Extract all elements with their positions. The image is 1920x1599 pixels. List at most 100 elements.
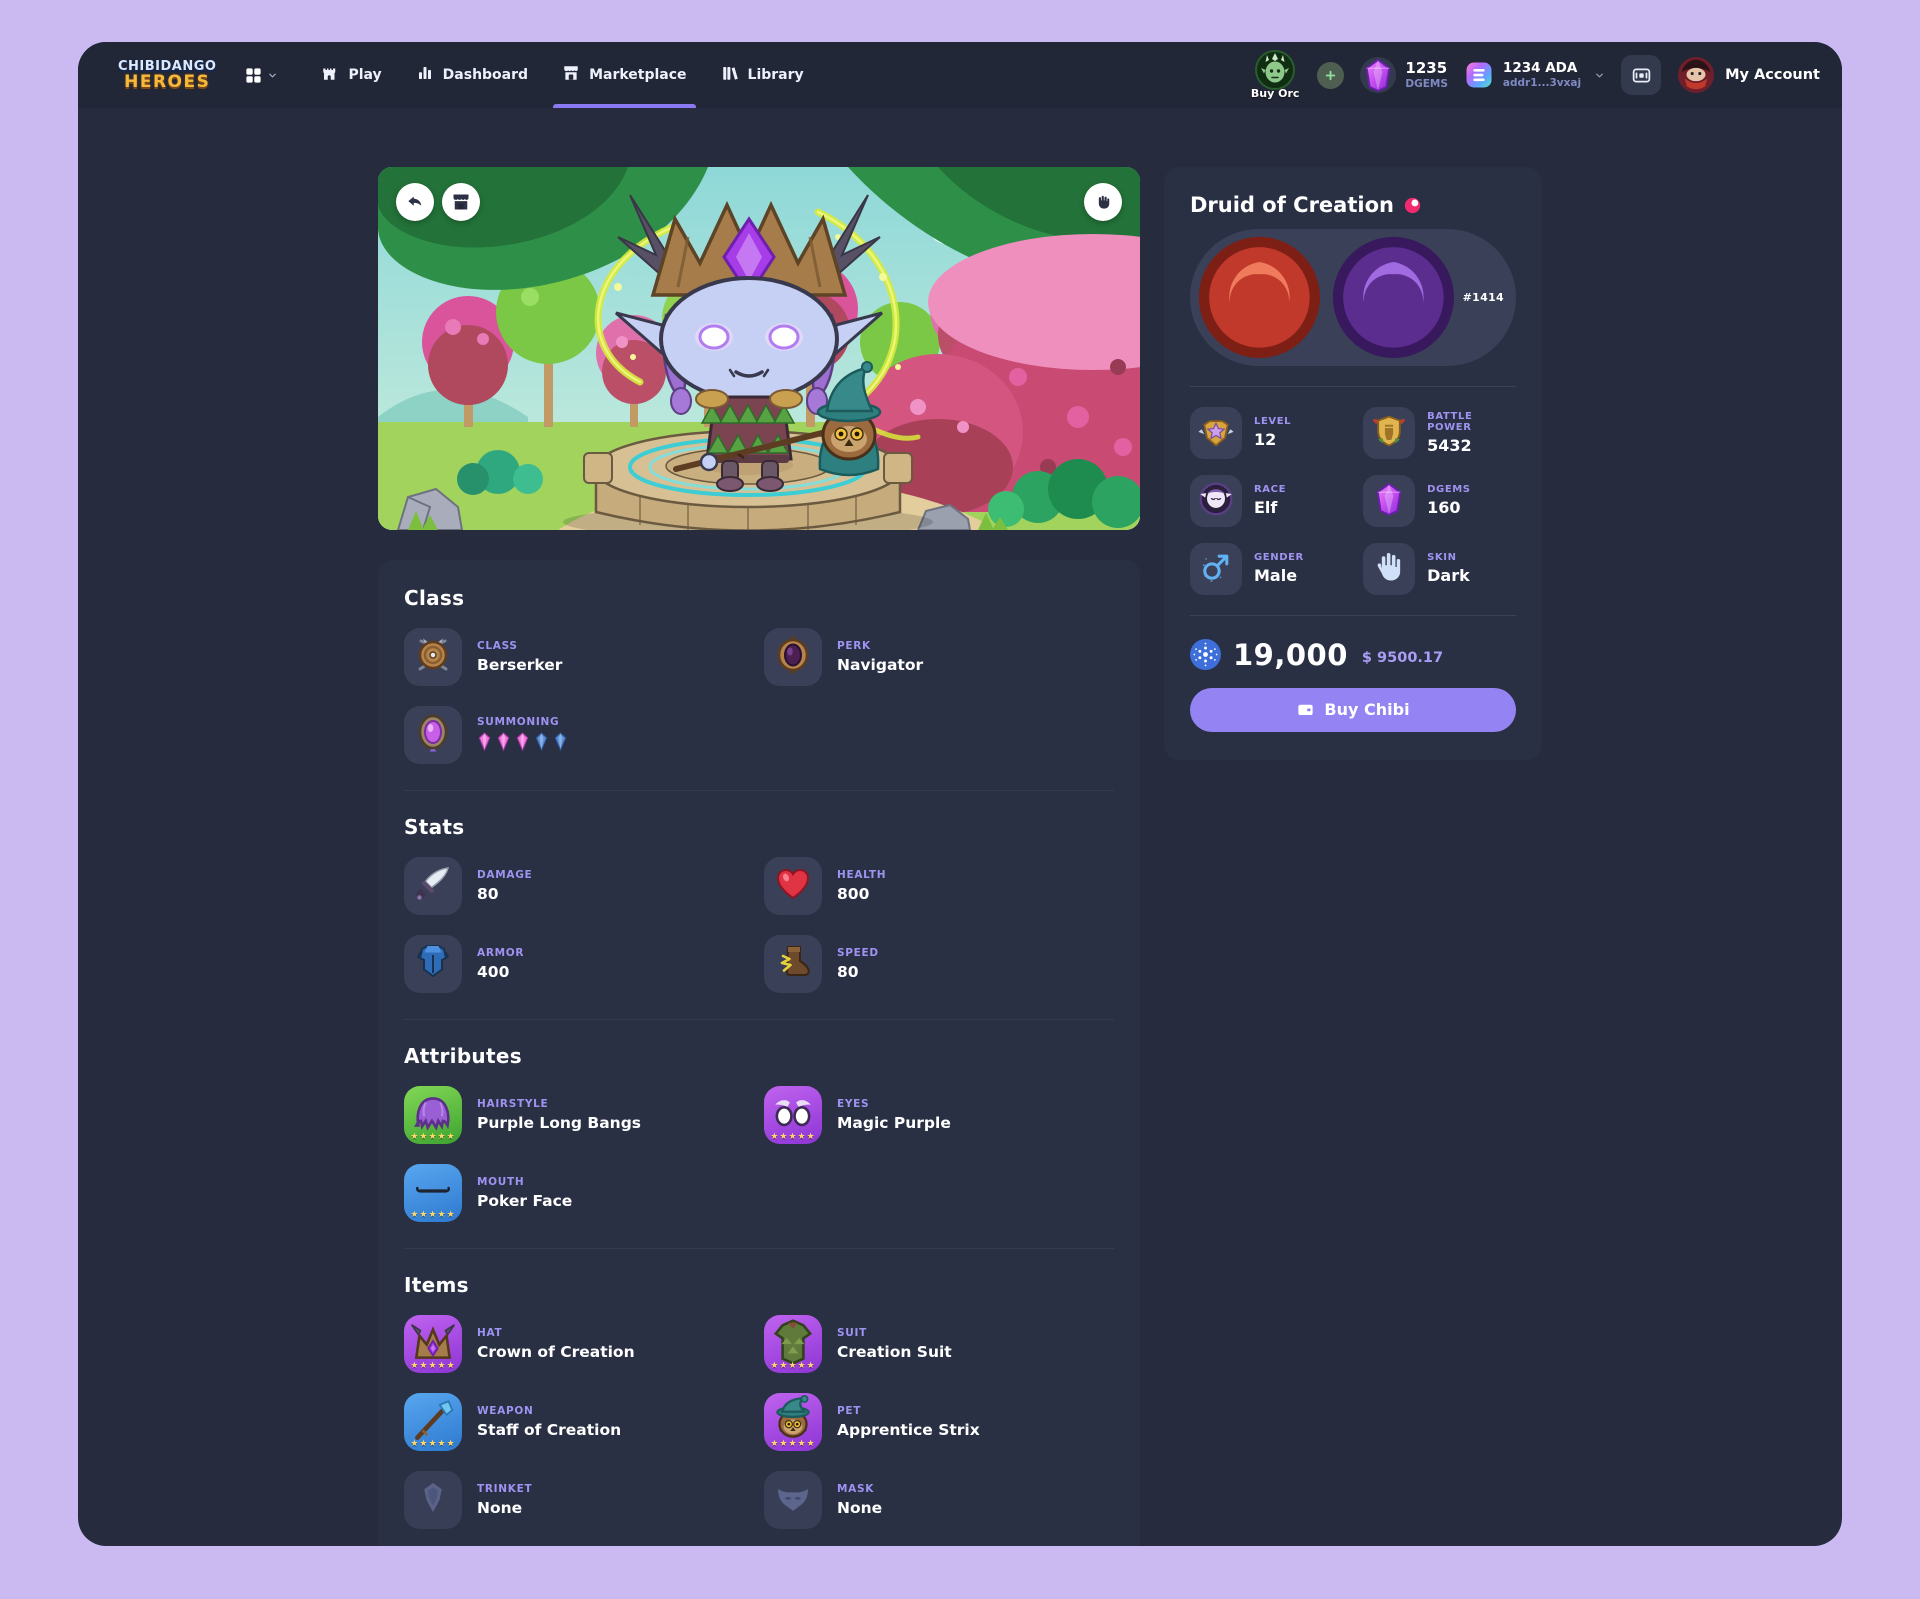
dgem-icon [1360,57,1396,93]
cardano-icon [1190,639,1221,670]
entry-value: 800 [837,885,886,903]
entry-value: Apprentice Strix [837,1421,980,1439]
entry-value: Creation Suit [837,1343,952,1361]
sword-icon [413,864,453,908]
main-nav: PlayDashboardMarketplace Library [304,42,820,108]
trinket-icon [413,1478,453,1522]
entry-label: TRINKET [477,1483,532,1495]
entry-summoning: SUMMONING [404,706,754,764]
entry-hairstyle: ★★★★★HAIRSTYLEPurple Long Bangs [404,1086,754,1144]
entry-label: MASK [837,1483,882,1495]
entry-value: Berserker [477,656,562,674]
nav-item-dashboard[interactable]: Dashboard [399,42,545,108]
entry-label: HAT [477,1327,635,1339]
stat-label: DGEMS [1427,484,1471,495]
main-content: ClassCLASSBerserkerPERKNavigatorSUMMONIN… [78,108,1842,1546]
entry-tile [404,1471,462,1529]
shop-icon [451,192,471,212]
gem-blue-icon [534,732,549,755]
entry-tile: ★★★★★ [764,1086,822,1144]
orc-avatar-icon [1255,50,1295,90]
nav-item-label: Library [748,67,804,83]
add-dgems-button[interactable] [1317,62,1344,89]
nav-item-library[interactable]: Library [704,42,821,108]
stat-tile [1363,407,1415,459]
rarity-stars: ★★★★★ [764,1132,822,1142]
race-elf-icon [1198,481,1234,521]
price-usd: $ 9500.17 [1362,650,1443,666]
dgems-amount: 1235 [1405,60,1448,77]
buy-chibi-button[interactable]: Buy Chibi [1190,688,1516,732]
right-column: Druid of Creation #1414 LEVEL12 BATTLE P… [1164,167,1542,760]
summoning-gems [477,732,568,755]
my-account-button[interactable]: My Account [1677,56,1820,94]
heart-icon [773,864,813,908]
entry-tile: ★★★★★ [764,1393,822,1451]
entry-perk: PERK Navigator [764,628,1114,686]
entry-value: Navigator [837,656,923,674]
nav-item-marketplace[interactable]: Marketplace [545,42,703,108]
entry-hat: ★★★★★HATCrown of Creation [404,1315,754,1373]
logo[interactable]: CHIBIDANGO HEROES [118,60,216,91]
detail-stat-skin: SKINDark [1363,543,1516,595]
stat-value: Dark [1427,566,1470,585]
dgems-balance-chip[interactable]: 1235 DGEMS [1360,57,1448,93]
entry-weapon: ★★★★★WEAPONStaff of Creation [404,1393,754,1451]
section-grid: DAMAGE80 HEALTH 800 ARMOR400 SPEED 80 [404,857,1114,993]
nav-item-play[interactable]: Play [304,42,398,108]
entry-label: PERK [837,640,923,652]
section-title: Stats [404,815,1114,839]
rarity-stars: ★★★★★ [404,1361,462,1371]
apps-menu-button[interactable] [244,66,278,85]
collection-button[interactable] [1621,55,1661,95]
entry-armor: ARMOR400 [404,935,754,993]
section-grid: CLASSBerserkerPERKNavigatorSUMMONING [404,628,1114,764]
token-id-pill: #1414 [1190,229,1516,366]
grid-icon [244,66,263,85]
marketplace-shortcut-button[interactable] [442,183,480,221]
rarity-stars: ★★★★★ [404,1210,462,1220]
wallet-address: addr1...3vxaj [1503,77,1581,89]
stat-label: BATTLE POWER [1427,411,1516,433]
user-avatar [1677,56,1715,94]
claw-button[interactable] [1084,183,1122,221]
entry-tile: ★★★★★ [404,1164,462,1222]
entry-damage: DAMAGE80 [404,857,754,915]
app-window: CHIBIDANGO HEROES PlayDashboardMarketpla… [78,42,1842,1546]
buy-orc-button[interactable]: Buy Orc [1251,50,1300,100]
stat-tile [1190,475,1242,527]
gem-blue-icon [553,732,568,755]
entry-value: 80 [477,885,532,903]
entry-tile: ★★★★★ [764,1315,822,1373]
back-button[interactable] [396,183,434,221]
wallet-icon [1296,700,1315,719]
hand-icon [1371,549,1407,589]
stat-tile [1190,543,1242,595]
entry-tile [764,857,822,915]
entry-label: HEALTH [837,869,886,881]
entry-label: SPEED [837,947,879,959]
section-title: Class [404,586,1114,610]
entry-tile [764,935,822,993]
entry-label: MOUTH [477,1176,572,1188]
wallet-balance: 1234 ADA [1503,61,1581,77]
entry-label: ARMOR [477,947,524,959]
hero-detail-card: Druid of Creation #1414 LEVEL12 BATTLE P… [1164,167,1542,760]
detail-stats-grid: LEVEL12 BATTLE POWER5432 RACEElf DGEMS16… [1190,407,1516,595]
male-icon [1198,549,1234,589]
plus-icon [1324,69,1337,82]
buy-orc-label: Buy Orc [1251,87,1300,100]
rarity-stars: ★★★★★ [764,1439,822,1449]
entry-mouth: ★★★★★MOUTHPoker Face [404,1164,754,1222]
section-items: Items★★★★★HATCrown of Creation★★★★★SUITC… [404,1248,1114,1546]
stat-value: 5432 [1427,436,1516,455]
detail-stat-race: RACEElf [1190,475,1355,527]
entry-eyes: ★★★★★EYESMagic Purple [764,1086,1114,1144]
detail-stat-gender: GENDERMale [1190,543,1355,595]
wallet-chip[interactable]: 1234 ADA addr1...3vxaj [1464,60,1605,90]
entry-tile: ★★★★★ [404,1393,462,1451]
stat-tile [1363,475,1415,527]
books-icon [721,64,739,86]
berserker-icon [413,635,453,679]
shop-icon [562,64,580,86]
